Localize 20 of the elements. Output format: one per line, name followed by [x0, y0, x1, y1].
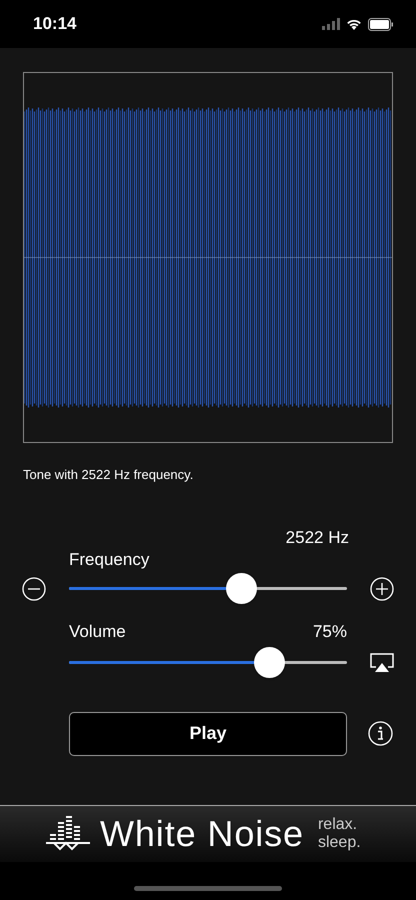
slider-label: Frequency — [69, 548, 150, 570]
caption-text: Tone with 2522 Hz frequency. — [23, 466, 194, 484]
signal-icon — [322, 18, 340, 30]
plus-icon[interactable] — [370, 576, 394, 600]
battery-icon — [368, 18, 394, 30]
slider-thumb[interactable] — [226, 573, 258, 604]
slider-thumb[interactable] — [254, 647, 286, 678]
tagline-text: sleep. — [318, 834, 361, 852]
equalizer-icon — [46, 816, 90, 852]
status-time: 10:14 — [33, 13, 76, 36]
airplay-icon[interactable] — [370, 652, 394, 672]
info-icon[interactable] — [368, 721, 393, 746]
slider-reading: 75% — [312, 621, 347, 643]
wifi-icon — [346, 18, 362, 30]
slider-label: Volume — [69, 621, 126, 643]
play-button[interactable]: Play — [69, 712, 347, 756]
slider-reading: 2522 Hz — [286, 528, 349, 546]
app-title: White Noise — [100, 812, 304, 856]
tagline-text: relax. — [318, 816, 358, 834]
minus-icon[interactable] — [22, 576, 46, 600]
